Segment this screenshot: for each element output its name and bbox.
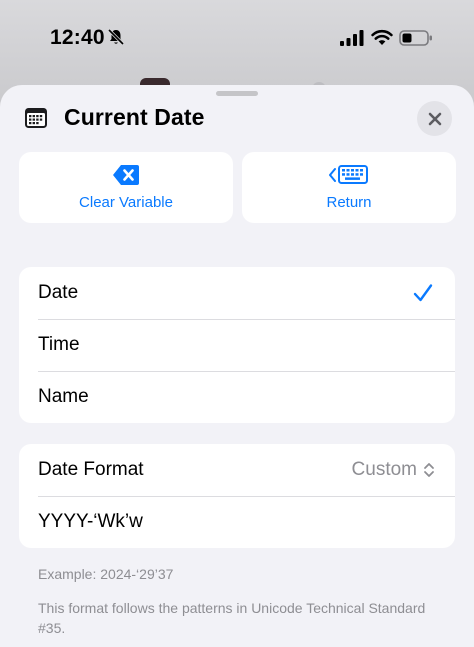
calendar-icon: [25, 108, 47, 128]
date-format-label: Date Format: [38, 459, 144, 480]
status-bar: 12:40: [0, 0, 474, 76]
clear-delete-icon: [113, 165, 139, 185]
sheet-header: Current Date: [0, 85, 474, 153]
option-time[interactable]: Time: [19, 319, 455, 371]
custom-format-input[interactable]: YYYY-‘Wk’w: [19, 496, 455, 548]
clear-variable-label: Clear Variable: [79, 194, 173, 211]
date-format-picker[interactable]: Custom: [352, 459, 435, 481]
checkmark-icon: [413, 284, 433, 302]
sheet-title: Current Date: [64, 104, 205, 130]
custom-format-value: YYYY-‘Wk’w: [38, 511, 143, 532]
option-date[interactable]: Date: [19, 267, 455, 319]
date-format-row[interactable]: Date Format Custom: [19, 444, 455, 496]
current-date-sheet: Current Date Clear Variable Return Date …: [0, 85, 474, 647]
format-footnote: This format follows the patterns in Unic…: [38, 600, 426, 636]
return-button[interactable]: Return: [242, 152, 456, 223]
chevron-up-down-icon: [424, 463, 434, 477]
close-icon: [428, 112, 441, 125]
close-button[interactable]: [417, 101, 452, 136]
bell-slash-icon: [107, 28, 125, 46]
date-format-value: Custom: [351, 459, 417, 480]
wifi-icon: [371, 29, 393, 45]
keyboard-return-icon: [329, 165, 368, 184]
option-label: Time: [38, 334, 80, 355]
option-name[interactable]: Name: [19, 371, 455, 423]
status-time: 12:40: [50, 26, 105, 49]
return-label: Return: [326, 194, 372, 211]
date-format-group: Date Format Custom YYYY-‘Wk’w: [19, 444, 455, 548]
format-example: Example: 2024-‘29’37: [38, 566, 174, 582]
cellular-signal-icon: [340, 30, 364, 46]
battery-icon: [399, 30, 432, 46]
option-label: Name: [38, 386, 89, 407]
clear-variable-button[interactable]: Clear Variable: [19, 152, 233, 223]
date-type-options: Date Time Name: [19, 267, 455, 423]
option-label: Date: [38, 282, 79, 303]
